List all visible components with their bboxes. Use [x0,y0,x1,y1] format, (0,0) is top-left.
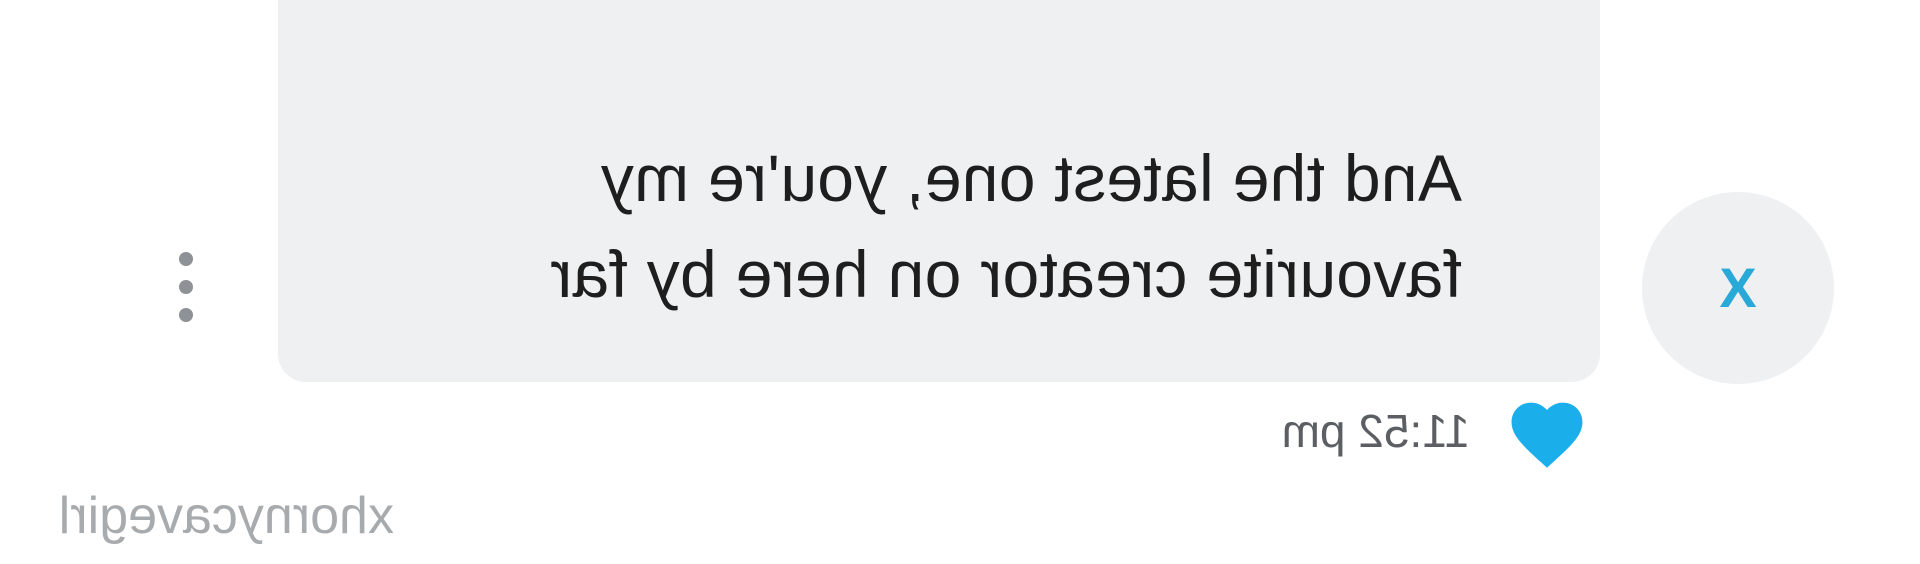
menu-dot [179,252,193,266]
message-timestamp: 11:52 pm [1281,405,1470,457]
heart-icon[interactable] [1504,392,1590,470]
avatar-initial: X [1719,256,1757,319]
sender-avatar[interactable]: X [1642,192,1834,384]
menu-dot [179,280,193,294]
chat-screen: X And the latest one, you're my favourit… [0,0,1920,564]
message-meta: 11:52 pm [1282,388,1590,474]
message-bubble[interactable]: And the latest one, you're my favourite … [278,0,1600,382]
more-vertical-icon[interactable] [174,252,198,322]
menu-dot [179,308,193,322]
message-text: And the latest one, you're my favourite … [549,141,1462,311]
watermark-text: xhornycavegirl [58,487,394,545]
